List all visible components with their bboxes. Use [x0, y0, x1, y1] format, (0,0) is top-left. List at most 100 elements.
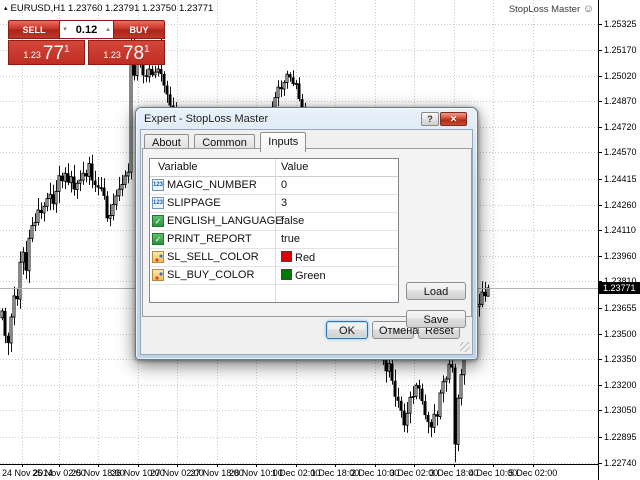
- parameters-table: Variable Value 123 MAGIC_NUMBER 0 123 SLIPPA…: [149, 158, 399, 303]
- price-tick-label: 1.23655: [604, 303, 637, 313]
- price-tick-mark: [599, 24, 602, 25]
- collapse-arrow-icon[interactable]: ▴: [4, 5, 8, 12]
- price-tick-label: 1.25020: [604, 71, 637, 81]
- parameter-row[interactable]: 123 MAGIC_NUMBER 0: [150, 177, 398, 195]
- price-tick-label: 1.24110: [604, 225, 636, 235]
- table-header-row: Variable Value: [150, 159, 398, 177]
- time-tick-mark: [533, 465, 534, 467]
- time-tick-mark: [296, 465, 297, 467]
- parameter-name: SL_BUY_COLOR: [167, 269, 255, 281]
- sell-price-prefix: 1.23: [23, 50, 41, 60]
- time-tick-mark: [22, 465, 23, 467]
- int-type-icon: 123: [152, 197, 164, 209]
- time-tick-mark: [375, 465, 376, 467]
- time-tick-mark: [217, 465, 218, 467]
- symbol-ohlc-text: EURUSD,H1 1.23760 1.23791 1.23750 1.2377…: [10, 3, 214, 14]
- time-tick-mark: [256, 465, 257, 467]
- price-tick-label: 1.22740: [604, 458, 637, 468]
- parameter-row[interactable]: ✓ PRINT_REPORT true: [150, 231, 398, 249]
- price-tick-label: 1.23500: [604, 329, 637, 339]
- price-tick-mark: [599, 437, 602, 438]
- time-tick-mark: [177, 465, 178, 467]
- price-tick-mark: [599, 179, 602, 180]
- save-button[interactable]: Save: [406, 310, 466, 328]
- color-swatch: [281, 251, 292, 262]
- dialog-title[interactable]: Expert - StopLoss Master: [144, 111, 268, 127]
- price-tick-mark: [599, 334, 602, 335]
- parameter-value[interactable]: Red: [281, 251, 315, 264]
- resize-grip[interactable]: [460, 342, 470, 352]
- time-tick-mark: [493, 465, 494, 467]
- column-divider: [275, 159, 276, 302]
- close-icon[interactable]: ✕: [440, 112, 467, 126]
- sell-button[interactable]: SELL: [8, 20, 59, 39]
- expert-watermark-text: StopLoss Master: [508, 4, 581, 15]
- parameter-name: MAGIC_NUMBER: [167, 179, 257, 191]
- price-tick-label: 1.22895: [604, 432, 637, 442]
- time-axis[interactable]: 24 Nov 2014 25 Nov 02:00 25 Nov 18:00 26 No…: [0, 464, 598, 480]
- color-type-icon: [152, 251, 164, 263]
- parameter-name: SLIPPAGE: [167, 197, 221, 209]
- parameter-value[interactable]: false: [281, 215, 304, 227]
- sell-price-pips: 77: [42, 43, 65, 64]
- price-tick-mark: [599, 308, 602, 309]
- color-swatch: [281, 269, 292, 280]
- price-tick-mark: [599, 50, 602, 51]
- price-axis[interactable]: 1.25325 1.25170 1.25020 1.24870 1.24720 1.245…: [598, 0, 640, 480]
- price-tick-mark: [599, 205, 602, 206]
- smiley-icon: ☺: [582, 3, 594, 15]
- column-header-value: Value: [281, 161, 309, 173]
- load-button[interactable]: Load: [406, 282, 466, 300]
- time-tick-mark: [138, 465, 139, 467]
- time-tick-mark: [454, 465, 455, 467]
- price-tick-mark: [599, 101, 602, 102]
- parameter-row[interactable]: ✓ ENGLISH_LANGUAGE false: [150, 213, 398, 231]
- help-button[interactable]: ?: [421, 112, 439, 126]
- lot-size-value[interactable]: 0.12: [70, 24, 103, 36]
- time-tick-mark: [414, 465, 415, 467]
- column-header-variable: Variable: [158, 161, 198, 173]
- buy-price-pips: 78: [122, 43, 145, 64]
- price-tick-label: 1.23200: [604, 380, 637, 390]
- dialog-body: About Common Inputs Variable Value 123 MA…: [140, 129, 473, 355]
- price-tick-label: 1.25325: [604, 19, 637, 29]
- price-tick-mark: [599, 359, 602, 360]
- parameter-name: SL_SELL_COLOR: [167, 251, 259, 263]
- sell-price-box[interactable]: 1.23 77 1: [8, 40, 85, 65]
- sell-price-pipette: 1: [64, 44, 70, 55]
- ok-button[interactable]: OK: [326, 321, 368, 339]
- price-tick-label: 1.24870: [604, 96, 637, 106]
- lot-increase-button[interactable]: ▴: [103, 21, 113, 38]
- tab-inputs[interactable]: Inputs: [260, 132, 307, 152]
- buy-button[interactable]: BUY: [114, 20, 165, 39]
- price-tick-label: 1.24260: [604, 200, 637, 210]
- price-tick-mark: [599, 76, 602, 77]
- price-tick-label: 1.23050: [604, 405, 637, 415]
- price-tick-mark: [599, 463, 602, 464]
- expert-properties-dialog: Expert - StopLoss Master ? ✕ About Commo…: [135, 107, 478, 360]
- parameter-row[interactable]: SL_BUY_COLOR Green: [150, 267, 398, 285]
- price-tick-mark: [599, 127, 602, 128]
- parameter-name: PRINT_REPORT: [167, 233, 252, 245]
- parameter-value[interactable]: 3: [281, 197, 287, 209]
- int-type-icon: 123: [152, 179, 164, 191]
- parameter-value[interactable]: 0: [281, 179, 287, 191]
- parameter-row[interactable]: 123 SLIPPAGE 3: [150, 195, 398, 213]
- lot-decrease-button[interactable]: ▾: [60, 21, 70, 38]
- buy-price-box[interactable]: 1.23 78 1: [88, 40, 165, 65]
- price-tick-mark: [599, 385, 602, 386]
- price-tick-label: 1.23960: [604, 251, 637, 261]
- time-tick-mark: [98, 465, 99, 467]
- parameter-value[interactable]: true: [281, 233, 300, 245]
- parameter-row[interactable]: SL_SELL_COLOR Red: [150, 249, 398, 267]
- buy-price-pipette: 1: [144, 44, 150, 55]
- time-tick-mark: [335, 465, 336, 467]
- price-tick-mark: [599, 256, 602, 257]
- price-tick-mark: [599, 410, 602, 411]
- time-tick-mark: [59, 465, 60, 467]
- parameter-name: ENGLISH_LANGUAGE: [167, 215, 283, 227]
- price-tick-label: 1.25170: [604, 45, 637, 55]
- price-tick-mark: [599, 152, 602, 153]
- price-tick-label: 1.23350: [604, 354, 637, 364]
- parameter-value[interactable]: Green: [281, 269, 326, 282]
